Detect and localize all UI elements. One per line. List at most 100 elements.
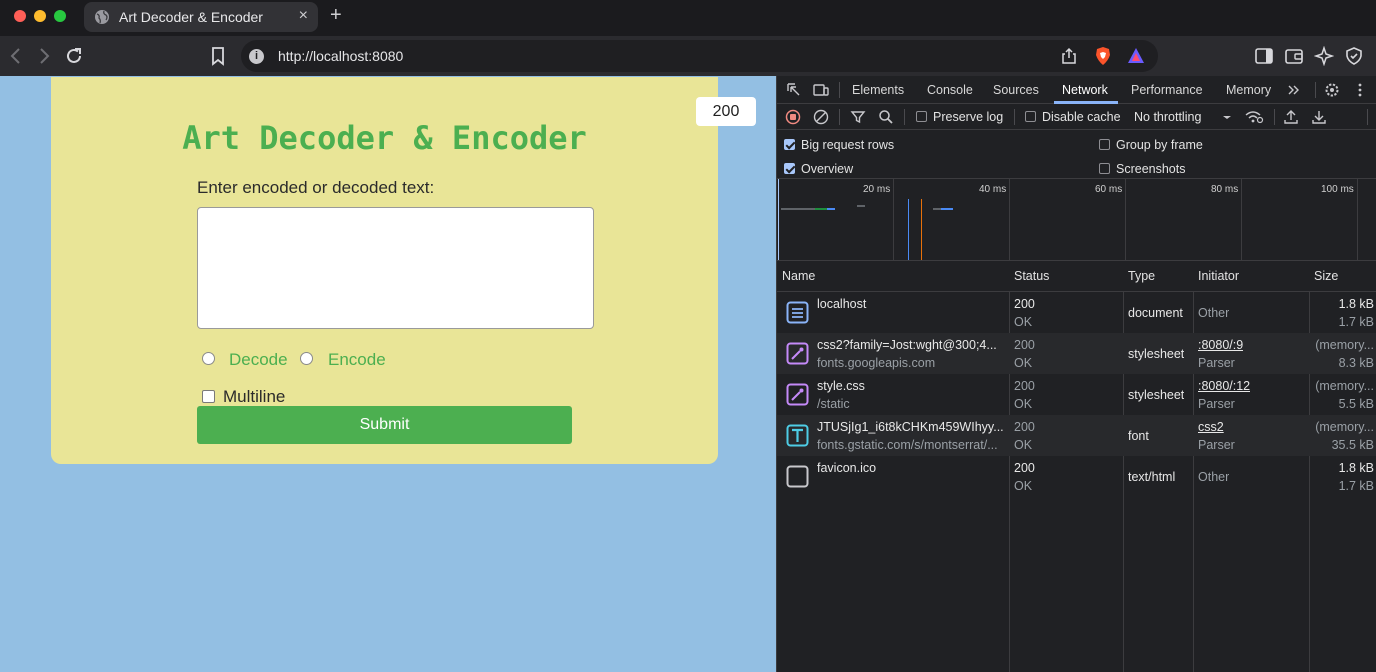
disable-cache-checkbox[interactable] <box>1025 111 1036 122</box>
throttling-select[interactable]: No throttling <box>1134 110 1201 124</box>
request-type: document <box>1128 306 1183 320</box>
request-initiator-type: Parser <box>1198 438 1235 452</box>
bookmark-icon[interactable] <box>207 45 229 67</box>
browser-tab[interactable]: Art Decoder & Encoder × <box>84 2 318 32</box>
inspect-element-icon[interactable] <box>786 82 802 98</box>
text-input-area[interactable] <box>197 207 594 329</box>
network-overview-timeline[interactable]: 20 ms 40 ms 60 ms 80 ms 100 ms <box>777 179 1376 261</box>
timeline-gridline <box>1009 179 1010 260</box>
column-header-type[interactable]: Type <box>1128 269 1155 283</box>
decode-radio[interactable] <box>202 352 215 365</box>
request-status: 200 <box>1014 461 1035 475</box>
stylesheet-icon <box>786 342 809 365</box>
filter-icon[interactable] <box>850 109 866 125</box>
table-row[interactable]: localhost 200 OK document Other 1.8 kB 1… <box>777 292 1376 333</box>
column-header-status[interactable]: Status <box>1014 269 1049 283</box>
tab-performance[interactable]: Performance <box>1131 83 1203 97</box>
overview-label[interactable]: Overview <box>801 162 853 176</box>
request-initiator-link[interactable]: :8080/:9 <box>1198 338 1243 352</box>
column-header-size[interactable]: Size <box>1314 269 1338 283</box>
request-type: stylesheet <box>1128 388 1185 402</box>
new-tab-button[interactable]: + <box>330 4 342 27</box>
table-row[interactable]: css2?family=Jost:wght@300;4... fonts.goo… <box>777 333 1376 374</box>
maximize-window-button[interactable] <box>54 10 66 22</box>
request-initiator-type: Parser <box>1198 397 1235 411</box>
tab-close-icon[interactable]: × <box>299 7 308 25</box>
close-window-button[interactable] <box>14 10 26 22</box>
tab-memory[interactable]: Memory <box>1226 83 1271 97</box>
minimize-window-button[interactable] <box>34 10 46 22</box>
brave-rewards-icon[interactable] <box>1127 47 1145 65</box>
app-card: Art Decoder & Encoder Enter encoded or d… <box>51 77 718 464</box>
settings-gear-icon[interactable] <box>1324 82 1340 98</box>
table-row[interactable]: JTUSjIg1_i6t8kCHKm459WIhyy... fonts.gsta… <box>777 415 1376 456</box>
screenshots-label[interactable]: Screenshots <box>1116 162 1185 176</box>
chevron-down-icon[interactable] <box>1221 109 1233 125</box>
column-header-initiator[interactable]: Initiator <box>1198 269 1239 283</box>
back-icon[interactable] <box>5 45 27 67</box>
tab-elements[interactable]: Elements <box>852 83 904 97</box>
disable-cache-label[interactable]: Disable cache <box>1042 110 1121 124</box>
request-size-resource: 5.5 kB <box>1338 397 1374 411</box>
tab-network[interactable]: Network <box>1062 83 1108 97</box>
request-initiator-type: Parser <box>1198 356 1235 370</box>
vpn-icon[interactable] <box>1344 46 1364 66</box>
reload-icon[interactable] <box>63 45 85 67</box>
device-toolbar-icon[interactable] <box>813 82 829 98</box>
request-status-text: OK <box>1014 315 1033 329</box>
status-badge: 200 <box>696 97 756 126</box>
tab-sources[interactable]: Sources <box>993 83 1039 97</box>
address-bar[interactable]: i http://localhost:8080 <box>241 40 1158 72</box>
devtools-panel: Elements Console Sources Network Perform… <box>776 76 1376 672</box>
search-icon[interactable] <box>878 109 894 125</box>
stylesheet-icon <box>786 383 809 406</box>
encode-radio-label[interactable]: Encode <box>328 350 386 370</box>
url-text[interactable]: http://localhost:8080 <box>278 48 403 64</box>
group-by-frame-checkbox[interactable] <box>1099 139 1110 150</box>
preserve-log-checkbox[interactable] <box>916 111 927 122</box>
group-by-frame-label[interactable]: Group by frame <box>1116 138 1203 152</box>
share-icon[interactable] <box>1060 47 1078 65</box>
site-info-icon[interactable]: i <box>249 49 264 64</box>
brave-shields-icon[interactable] <box>1093 46 1113 66</box>
clear-icon[interactable] <box>813 109 829 125</box>
timeline-gridline <box>1357 179 1358 260</box>
big-request-rows-label[interactable]: Big request rows <box>801 138 894 152</box>
table-row[interactable]: favicon.ico 200 OK text/html Other 1.8 k… <box>777 456 1376 497</box>
overview-checkbox[interactable] <box>784 163 795 174</box>
forward-icon[interactable] <box>33 45 55 67</box>
browser-toolbar: i http://localhost:8080 <box>0 36 1376 76</box>
timeline-tick: 60 ms <box>1095 184 1123 195</box>
request-initiator-link[interactable]: css2 <box>1198 420 1224 434</box>
screenshots-checkbox[interactable] <box>1099 163 1110 174</box>
decode-radio-label[interactable]: Decode <box>229 350 288 370</box>
leo-ai-icon[interactable] <box>1314 46 1334 66</box>
multiline-label[interactable]: Multiline <box>223 387 285 407</box>
column-header-name[interactable]: Name <box>782 269 815 283</box>
network-conditions-icon[interactable] <box>1244 109 1264 125</box>
more-tabs-icon[interactable] <box>1286 82 1302 98</box>
request-size-resource: 8.3 kB <box>1338 356 1374 370</box>
timeline-start-handle[interactable] <box>778 179 779 260</box>
request-status-text: OK <box>1014 356 1033 370</box>
preserve-log-label[interactable]: Preserve log <box>933 110 1003 124</box>
tab-console[interactable]: Console <box>927 83 973 97</box>
request-name: style.css <box>817 379 865 393</box>
separator <box>1014 109 1015 125</box>
sidebar-icon[interactable] <box>1254 46 1274 66</box>
record-stop-icon[interactable] <box>785 109 801 125</box>
globe-icon <box>95 10 109 24</box>
wallet-icon[interactable] <box>1284 46 1304 66</box>
big-request-rows-checkbox[interactable] <box>784 139 795 150</box>
request-size-resource: 1.7 kB <box>1338 479 1374 493</box>
multiline-checkbox[interactable] <box>202 390 215 403</box>
request-initiator-link[interactable]: :8080/:12 <box>1198 379 1250 393</box>
export-har-icon[interactable] <box>1311 109 1327 125</box>
more-options-icon[interactable] <box>1352 82 1368 98</box>
input-prompt-label: Enter encoded or decoded text: <box>197 178 435 197</box>
separator <box>1315 82 1316 98</box>
import-har-icon[interactable] <box>1283 109 1299 125</box>
submit-button[interactable]: Submit <box>197 406 572 444</box>
encode-radio[interactable] <box>300 352 313 365</box>
table-row[interactable]: style.css /static 200 OK stylesheet :808… <box>777 374 1376 415</box>
